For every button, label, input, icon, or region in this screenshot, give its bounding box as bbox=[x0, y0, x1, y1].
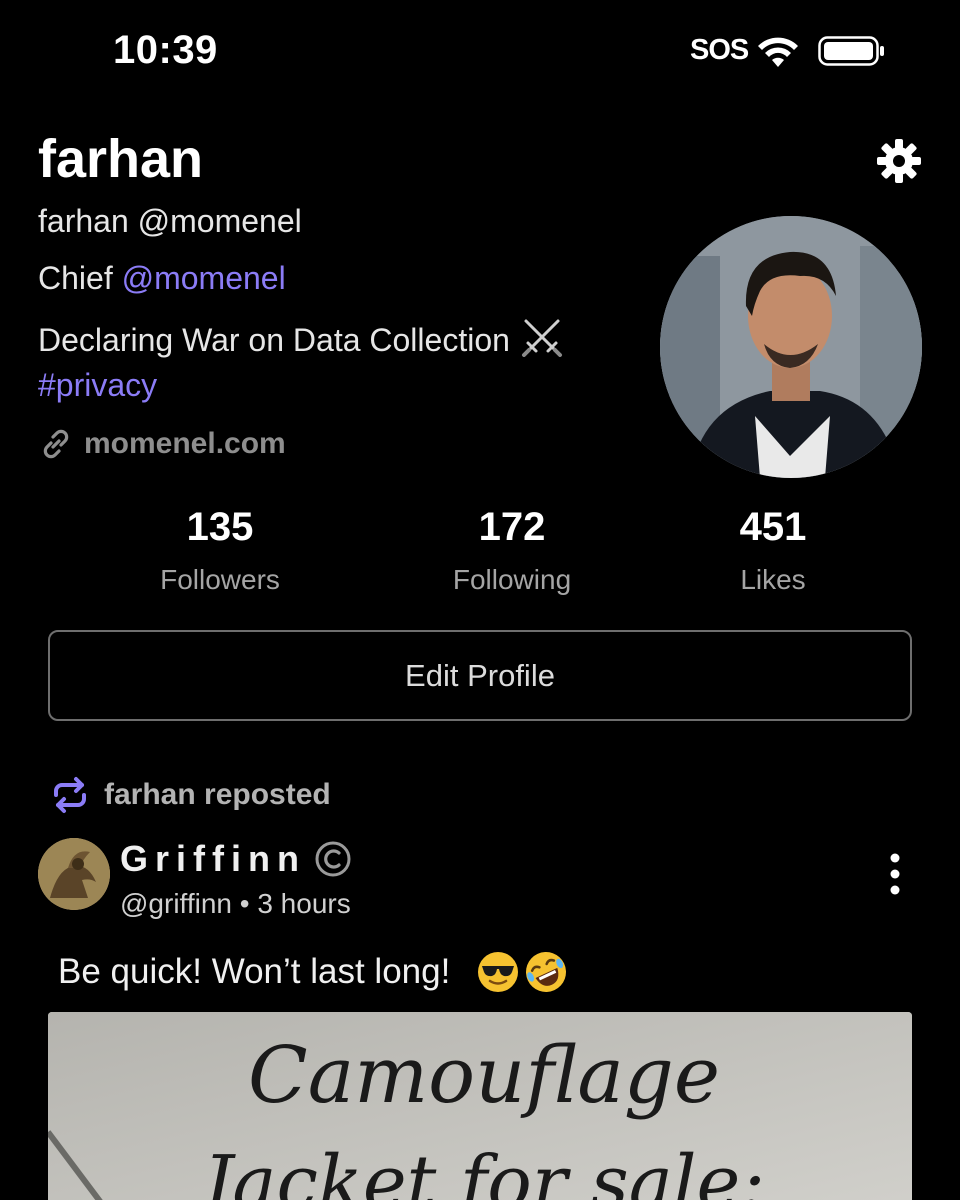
post-author-row[interactable]: Griffinn bbox=[120, 838, 352, 880]
wifi-icon bbox=[758, 37, 798, 67]
bio-mention-link[interactable]: @momenel bbox=[122, 260, 286, 296]
bio-line-2: Declaring War on Data Collection bbox=[38, 317, 564, 359]
link-icon bbox=[43, 429, 69, 459]
avatar-photo bbox=[660, 216, 922, 478]
profile-name: farhan bbox=[38, 129, 204, 189]
griffin-avatar-image bbox=[38, 838, 110, 910]
sunglasses-emoji-icon bbox=[478, 952, 519, 992]
stat-likes[interactable]: 451 Likes bbox=[673, 505, 873, 596]
post-author-name: Griffinn bbox=[120, 838, 306, 879]
profile-website-link[interactable]: momenel.com bbox=[38, 426, 286, 462]
post-image-content: Camouflage Jacket for sale: bbox=[48, 1012, 912, 1200]
copyright-icon bbox=[315, 841, 351, 877]
website-url: momenel.com bbox=[84, 427, 286, 460]
battery-icon bbox=[818, 36, 884, 66]
rofl-emoji-icon bbox=[526, 952, 567, 992]
post-author-avatar[interactable] bbox=[38, 838, 110, 910]
post-text: Be quick! Won’t last long! bbox=[58, 952, 451, 991]
followers-label: Followers bbox=[160, 564, 280, 595]
post-meta: @griffinn • 3 hours bbox=[120, 888, 351, 919]
image-text-line-1: Camouflage bbox=[248, 1031, 720, 1121]
profile-handle: farhan @momenel bbox=[38, 203, 302, 239]
edit-profile-button[interactable]: Edit Profile bbox=[48, 630, 912, 721]
post-body: Be quick! Won’t last long! bbox=[58, 950, 568, 994]
repost-indicator: farhan reposted bbox=[50, 775, 331, 815]
stat-followers[interactable]: 135 Followers bbox=[120, 505, 320, 596]
stat-following[interactable]: 172 Following bbox=[412, 505, 612, 596]
settings-gear-icon[interactable] bbox=[876, 138, 922, 184]
likes-label: Likes bbox=[740, 564, 806, 595]
crossed-swords-icon bbox=[521, 319, 562, 357]
likes-count: 451 bbox=[739, 505, 807, 549]
more-vertical-icon[interactable] bbox=[880, 850, 910, 900]
status-bar: 10:39 SOS bbox=[0, 0, 960, 100]
bio-hashtag-link[interactable]: #privacy bbox=[38, 367, 157, 404]
bio-line-1: Chief @momenel bbox=[38, 260, 286, 297]
bio-tagline: Declaring War on Data Collection bbox=[38, 322, 510, 358]
status-time: 10:39 bbox=[113, 28, 218, 72]
following-label: Following bbox=[452, 564, 572, 595]
post-emojis bbox=[472, 950, 568, 994]
following-count: 172 bbox=[478, 505, 546, 549]
repost-label: farhan reposted bbox=[104, 778, 331, 811]
post-image[interactable]: Camouflage Jacket for sale: bbox=[48, 1012, 912, 1200]
image-text-line-2: Jacket for sale: bbox=[190, 1140, 765, 1200]
repost-icon bbox=[54, 777, 86, 813]
followers-count: 135 bbox=[186, 505, 254, 549]
profile-avatar[interactable] bbox=[660, 216, 922, 478]
bio-title: Chief bbox=[38, 260, 122, 296]
status-carrier: SOS bbox=[690, 34, 749, 66]
